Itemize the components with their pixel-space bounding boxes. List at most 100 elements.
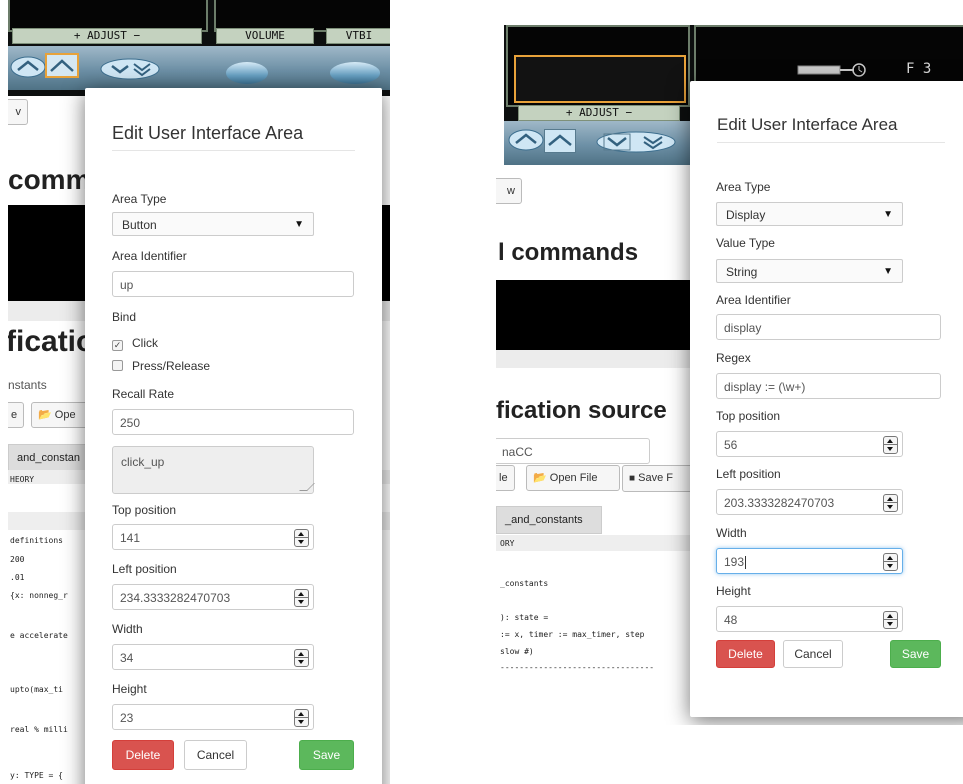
left-file-button[interactable]: e — [8, 402, 25, 428]
modal-divider — [717, 142, 945, 143]
dropdown-arrow-icon: ▼ — [294, 219, 304, 230]
height-input[interactable]: 48 — [716, 606, 903, 632]
width-label: Width — [112, 622, 143, 636]
left-up-button-highlight[interactable] — [45, 53, 79, 78]
left-position-input[interactable]: 234.3333282470703 — [112, 584, 314, 610]
resize-grip-icon[interactable] — [299, 483, 315, 491]
folder-icon: 📂 — [533, 472, 547, 484]
right-heading-commands: l commands — [498, 239, 639, 266]
area-type-value: Button — [122, 218, 157, 232]
top-position-label: Top position — [716, 409, 781, 423]
command-textarea[interactable]: click_up — [112, 446, 315, 494]
value-type-value: String — [726, 265, 758, 279]
spinner-icon[interactable] — [294, 709, 309, 727]
checkbox-checked-icon[interactable]: ✓ — [112, 340, 123, 351]
top-position-value: 56 — [724, 438, 738, 452]
area-identifier-label: Area Identifier — [716, 293, 791, 307]
width-label: Width — [716, 526, 747, 540]
height-value: 23 — [120, 711, 134, 725]
spinner-icon[interactable] — [883, 494, 898, 512]
height-label: Height — [716, 584, 751, 598]
width-value: 193 — [724, 555, 745, 569]
save-icon: ■ — [629, 473, 636, 484]
top-position-input[interactable]: 56 — [716, 431, 903, 457]
right-code-line: slow #) — [500, 647, 534, 656]
area-type-value: Display — [726, 208, 766, 222]
left-position-label: Left position — [112, 562, 177, 576]
left-small-button[interactable]: v — [8, 99, 28, 125]
cancel-button[interactable]: Cancel — [783, 640, 843, 668]
spinner-icon[interactable] — [883, 611, 898, 629]
left-code-line: definitions — [10, 536, 63, 545]
left-down-arrow-control[interactable] — [100, 58, 160, 80]
spinner-icon[interactable] — [883, 553, 898, 571]
left-constants-text: nstants — [8, 378, 47, 392]
recall-rate-input[interactable]: 250 — [112, 409, 354, 435]
left-code-line: 200 — [10, 555, 25, 564]
right-adjust-label: + ADJUST − — [518, 105, 680, 121]
spinner-icon[interactable] — [883, 436, 898, 454]
right-file-button[interactable]: le — [496, 465, 515, 491]
left-screenshot: + ADJUST − VOLUME VTBI v comm ficatio ns… — [8, 0, 390, 784]
right-open-file-button[interactable]: 📂 Open File — [526, 465, 620, 491]
height-input[interactable]: 23 — [112, 704, 314, 730]
right-code-line: ORY — [500, 539, 515, 548]
spinner-icon[interactable] — [294, 529, 309, 547]
left-volume-label: VOLUME — [216, 28, 314, 44]
checkbox-icon[interactable] — [112, 360, 123, 371]
right-orange-display-area[interactable] — [514, 55, 686, 103]
top-position-input[interactable]: 141 — [112, 524, 314, 550]
recall-rate-label: Recall Rate — [112, 387, 175, 401]
left-position-label: Left position — [716, 467, 781, 481]
left-pill-button-2[interactable] — [330, 62, 380, 84]
left-up-arrow-control[interactable] — [10, 56, 46, 78]
width-value: 34 — [120, 651, 134, 665]
modal-title: Edit User Interface Area — [112, 123, 304, 143]
right-small-button[interactable]: w — [496, 178, 522, 204]
dropdown-arrow-icon: ▼ — [883, 266, 893, 277]
spinner-icon[interactable] — [294, 649, 309, 667]
right-down-arrow-control[interactable] — [596, 131, 676, 153]
right-code-line: := x, timer := max_timer, step — [500, 630, 645, 639]
right-save-file-button[interactable]: ■ Save F — [622, 465, 700, 492]
left-position-input[interactable]: 203.3333282470703 — [716, 489, 903, 515]
delete-button[interactable]: Delete — [112, 740, 174, 770]
area-identifier-input[interactable]: up — [112, 271, 354, 297]
area-identifier-input[interactable]: display — [716, 314, 941, 340]
left-code-line: HEORY — [10, 475, 35, 484]
bind-press-release-label: Press/Release — [132, 359, 211, 373]
regex-label: Regex — [716, 351, 751, 365]
top-position-label: Top position — [112, 503, 177, 517]
height-label: Height — [112, 682, 147, 696]
value-type-label: Value Type — [716, 236, 775, 250]
right-code-line: -------------------------------- — [500, 663, 655, 672]
area-type-label: Area Type — [112, 192, 167, 206]
right-name-input[interactable]: naCC — [496, 438, 650, 464]
bind-label: Bind — [112, 310, 137, 324]
bind-press-release-option[interactable]: Press/Release — [112, 359, 210, 373]
cancel-button[interactable]: Cancel — [184, 740, 247, 770]
delete-button[interactable]: Delete — [716, 640, 775, 668]
spinner-icon[interactable] — [294, 589, 309, 607]
bind-click-option[interactable]: ✓ Click — [112, 336, 158, 351]
left-pill-button-1[interactable] — [226, 62, 268, 84]
right-up-button[interactable] — [544, 129, 576, 153]
left-code-line: .01 — [10, 573, 25, 582]
right-heading-specification: fication source — [496, 397, 667, 424]
area-type-select[interactable]: Display ▼ — [716, 202, 903, 226]
area-type-select[interactable]: Button ▼ — [112, 212, 314, 236]
right-up-arrow-control[interactable] — [508, 129, 544, 151]
value-type-select[interactable]: String ▼ — [716, 259, 903, 283]
width-input[interactable]: 193 — [716, 548, 903, 574]
width-input[interactable]: 34 — [112, 644, 314, 670]
save-button[interactable]: Save — [299, 740, 354, 770]
regex-input[interactable]: display := (\w+) — [716, 373, 941, 399]
dropdown-arrow-icon: ▼ — [883, 209, 893, 220]
left-code-line: real % milli — [10, 725, 68, 734]
right-theory-tab[interactable]: _and_constants — [496, 506, 602, 534]
left-position-value: 234.3333282470703 — [120, 591, 231, 605]
save-button[interactable]: Save — [890, 640, 941, 668]
left-code-line: y: TYPE = { — [10, 771, 63, 780]
up-arrow-icon — [548, 134, 572, 146]
left-code-line: {x: nonneg_r — [10, 591, 68, 600]
